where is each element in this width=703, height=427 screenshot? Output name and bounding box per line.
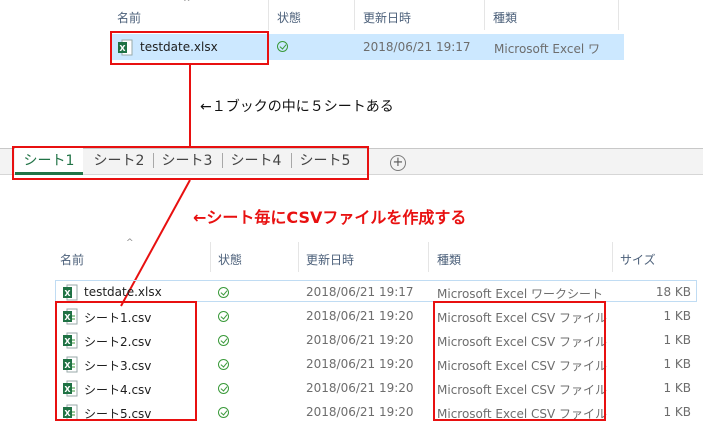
sync-ok-icon [218,287,229,298]
sync-ok-icon [218,311,229,322]
file-date: 2018/06/21 19:20 [306,405,414,419]
file-date: 2018/06/21 19:17 [306,285,414,299]
column-header-status[interactable]: 状態 [218,251,242,268]
sort-asc-icon: ^ [126,238,134,248]
column-header-date[interactable]: 更新日時 [306,251,354,268]
column-header-size[interactable]: サイズ [620,251,656,268]
sync-ok-icon [218,383,229,394]
annotation-csv-per-sheet: ←シート毎にCSVファイルを作成する [193,208,467,227]
sync-ok-icon [218,359,229,370]
file-size: 1 KB [663,381,691,395]
file-date: 2018/06/21 19:20 [306,333,414,347]
file-size: 1 KB [663,357,691,371]
sync-ok-icon [218,335,229,346]
file-size: 18 KB [655,285,691,299]
sync-ok-icon [218,407,229,418]
file-date: 2018/06/21 19:20 [306,381,414,395]
highlight-box-csv-names [55,301,197,421]
file-size: 1 KB [663,405,691,419]
file-type: Microsoft Excel ワークシート [437,287,604,301]
file-date: 2018/06/21 19:20 [306,309,414,323]
column-header-type[interactable]: 種類 [437,251,461,268]
file-size: 1 KB [663,309,691,323]
file-size: 1 KB [663,333,691,347]
file-date: 2018/06/21 19:20 [306,357,414,371]
svg-text:X: X [64,289,71,298]
excel-file-icon: X [63,284,78,301]
file-name[interactable]: testdate.xlsx [84,285,162,299]
highlight-box-csv-types [433,301,606,421]
column-header-name[interactable]: 名前 [60,251,84,268]
